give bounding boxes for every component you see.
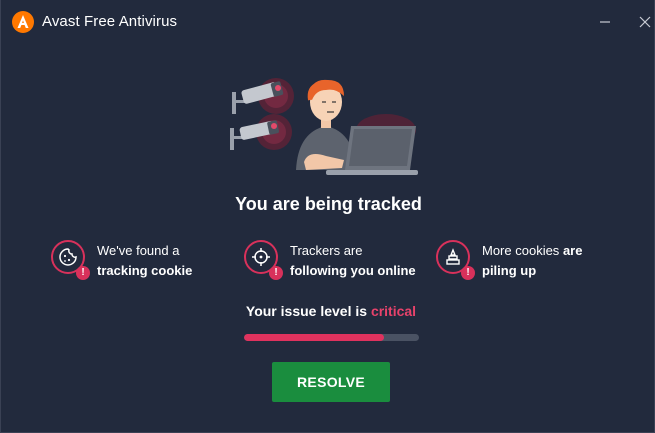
issue-line1: More cookies [482,243,560,258]
issue-text: We've found a tracking cookie [97,241,192,281]
minimize-button[interactable] [593,10,617,34]
issue-level-prefix: Your issue level is [245,303,368,319]
issue-line2: piling up [482,263,537,278]
cookie-pile-icon [446,248,460,265]
issue-level-value: critical [370,303,417,319]
issue-line1-bold: are [562,243,583,258]
issue-text: Trackers are following you online [290,241,416,281]
app-window: Avast Free Antivirus You are being track… [0,0,655,433]
tracking-illustration [230,78,418,175]
app-title: Avast Free Antivirus [42,13,178,30]
page-headline: You are being tracked [235,194,422,214]
issue-level-bar-fill [244,334,384,341]
issue-line1: Trackers are [290,243,363,258]
avast-logo-icon [12,11,34,33]
title-bar: Avast Free Antivirus [1,2,655,40]
cookie-icon [59,248,77,266]
issue-level-text: Your issue level is critical [1,303,655,319]
alert-badge: ! [461,266,475,280]
issue-line1: We've found a [97,243,180,258]
alert-badge: ! [269,266,283,280]
resolve-button[interactable]: RESOLVE [272,362,390,402]
issue-line2: following you online [290,263,416,278]
minimize-icon [600,21,610,23]
close-icon [639,16,651,28]
close-button[interactable] [633,10,655,34]
issue-line2: tracking cookie [97,263,193,278]
issue-level-bar [244,334,419,341]
crosshair-icon [252,248,270,266]
alert-badge: ! [76,266,90,280]
issue-text: More cookies are piling up [482,241,582,281]
